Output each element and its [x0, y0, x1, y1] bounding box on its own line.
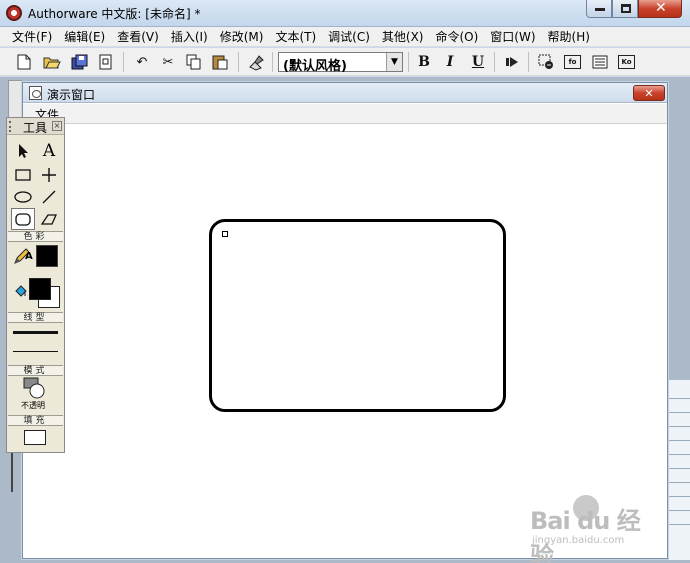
toolbar-separator	[238, 52, 239, 72]
close-icon: ✕	[644, 86, 654, 100]
grid-line	[668, 482, 690, 483]
watermark-url: jingyan.baidu.com	[532, 535, 625, 546]
menu-insert[interactable]: 插入(I)	[165, 28, 214, 45]
pointer-tool-icon[interactable]	[11, 140, 35, 162]
baidu-watermark: Bai du 经验 jingyan.baidu.com	[530, 495, 660, 563]
close-icon: ✕	[655, 0, 667, 16]
maximize-icon	[621, 4, 631, 13]
color-section-label: 色彩	[8, 231, 63, 242]
toolbar-separator	[272, 52, 273, 72]
right-docked-panel	[668, 380, 690, 560]
rounded-rectangle-shape[interactable]	[209, 219, 506, 412]
grid-line	[668, 426, 690, 427]
grid-line	[668, 440, 690, 441]
run-restart-icon[interactable]	[502, 52, 522, 72]
variables-icon[interactable]	[590, 52, 610, 72]
text-style-value: (默认风格)	[283, 59, 347, 74]
presentation-stage[interactable]	[23, 124, 667, 558]
menu-help[interactable]: 帮助(H)	[542, 28, 596, 45]
grid-line	[668, 510, 690, 511]
fill-pattern-swatch[interactable]	[24, 430, 46, 445]
menu-file[interactable]: 文件(F)	[6, 28, 58, 45]
authorware-app-icon[interactable]	[6, 5, 22, 21]
rectangle-tool-icon[interactable]	[11, 164, 35, 186]
functions-button[interactable]: fo	[564, 55, 581, 69]
thin-line-option[interactable]	[13, 351, 58, 352]
menu-command[interactable]: 命令(O)	[429, 28, 484, 45]
ellipse-tool-icon[interactable]	[11, 186, 35, 208]
line-color-swatch[interactable]	[36, 245, 58, 267]
grid-line	[668, 398, 690, 399]
menu-window[interactable]: 窗口(W)	[484, 28, 541, 45]
bold-button[interactable]: B	[414, 52, 434, 72]
chevron-down-icon[interactable]: ▼	[386, 53, 402, 71]
menu-other[interactable]: 其他(X)	[376, 28, 430, 45]
close-button[interactable]: ✕	[638, 0, 682, 18]
title-bar: Authorware 中文版: [未命名] * ✕	[0, 0, 690, 27]
thick-line-option[interactable]	[13, 331, 58, 334]
grid-line	[668, 468, 690, 469]
toolbar-separator	[494, 52, 495, 72]
presentation-title: 演示窗口	[47, 88, 96, 102]
polygon-tool-icon[interactable]	[37, 208, 61, 230]
grid-line	[668, 524, 690, 525]
fill-section-label: 填充	[8, 415, 63, 426]
presentation-window: 演示窗口 ✕ 文件	[22, 82, 668, 559]
menu-bar: 文件(F) 编辑(E) 查看(V) 插入(I) 修改(M) 文本(T) 调试(C…	[0, 27, 690, 47]
opaque-mode-icon[interactable]	[23, 377, 45, 399]
toolbar-separator	[123, 52, 124, 72]
find-icon[interactable]	[246, 52, 266, 72]
menu-edit[interactable]: 编辑(E)	[58, 28, 111, 45]
italic-button[interactable]: I	[440, 52, 460, 72]
corner-radius-handle[interactable]	[222, 231, 228, 237]
paste-icon[interactable]	[210, 52, 230, 72]
underline-button[interactable]: U	[468, 52, 488, 72]
menu-text[interactable]: 文本(T)	[269, 28, 322, 45]
undo-icon[interactable]: ↶	[132, 52, 152, 72]
close-icon[interactable]: ×	[52, 121, 62, 131]
toolbar-separator	[408, 52, 409, 72]
tools-title: 工具	[23, 121, 48, 135]
grid-line	[668, 454, 690, 455]
menu-debug[interactable]: 调试(C)	[322, 28, 376, 45]
knowledge-objects-button[interactable]: Ko	[618, 55, 635, 69]
menu-modify[interactable]: 修改(M)	[214, 28, 270, 45]
docked-panel-edge	[11, 452, 21, 492]
mode-section-label: 模式	[8, 365, 63, 376]
save-all-icon[interactable]	[70, 52, 90, 72]
cut-icon[interactable]: ✂	[158, 52, 178, 72]
rounded-rectangle-tool-icon[interactable]	[11, 208, 35, 230]
docked-panel-strip[interactable]	[8, 80, 22, 120]
presentation-close-button[interactable]: ✕	[633, 85, 665, 101]
new-file-icon[interactable]	[14, 52, 34, 72]
presentation-window-icon	[29, 86, 42, 100]
control-panel-icon[interactable]	[536, 52, 556, 72]
minimize-button[interactable]	[586, 0, 612, 18]
toolbar-separator	[528, 52, 529, 72]
open-folder-icon[interactable]	[42, 52, 62, 72]
tools-title-bar[interactable]: 工具 ×	[7, 118, 64, 135]
text-tool-icon[interactable]: A	[37, 140, 61, 162]
grid-line	[668, 496, 690, 497]
grip-handle-icon[interactable]	[9, 121, 13, 132]
presentation-menu-bar: 文件	[23, 104, 667, 124]
diagonal-line-tool-icon[interactable]	[37, 186, 61, 208]
presentation-title-bar[interactable]: 演示窗口 ✕	[23, 83, 667, 103]
grid-line	[668, 412, 690, 413]
text-color-letter: A	[25, 251, 33, 262]
orthogonal-line-tool-icon[interactable]	[37, 164, 61, 186]
maximize-button[interactable]	[612, 0, 638, 18]
window-title: Authorware 中文版: [未命名] *	[28, 7, 201, 21]
mode-value: 不透明	[21, 401, 45, 410]
tools-palette: 工具 × A 色彩 A 线型 模式 不透明 填充	[6, 117, 65, 453]
watermark-logo-text: Bai du 经验	[530, 507, 641, 563]
menu-view[interactable]: 查看(V)	[111, 28, 165, 45]
import-icon[interactable]	[96, 52, 116, 72]
copy-icon[interactable]	[184, 52, 204, 72]
text-style-select[interactable]: (默认风格) ▼	[278, 52, 403, 74]
foreground-color-swatch[interactable]	[29, 278, 51, 300]
line-style-section-label: 线型	[8, 312, 63, 323]
minimize-icon	[595, 8, 605, 11]
